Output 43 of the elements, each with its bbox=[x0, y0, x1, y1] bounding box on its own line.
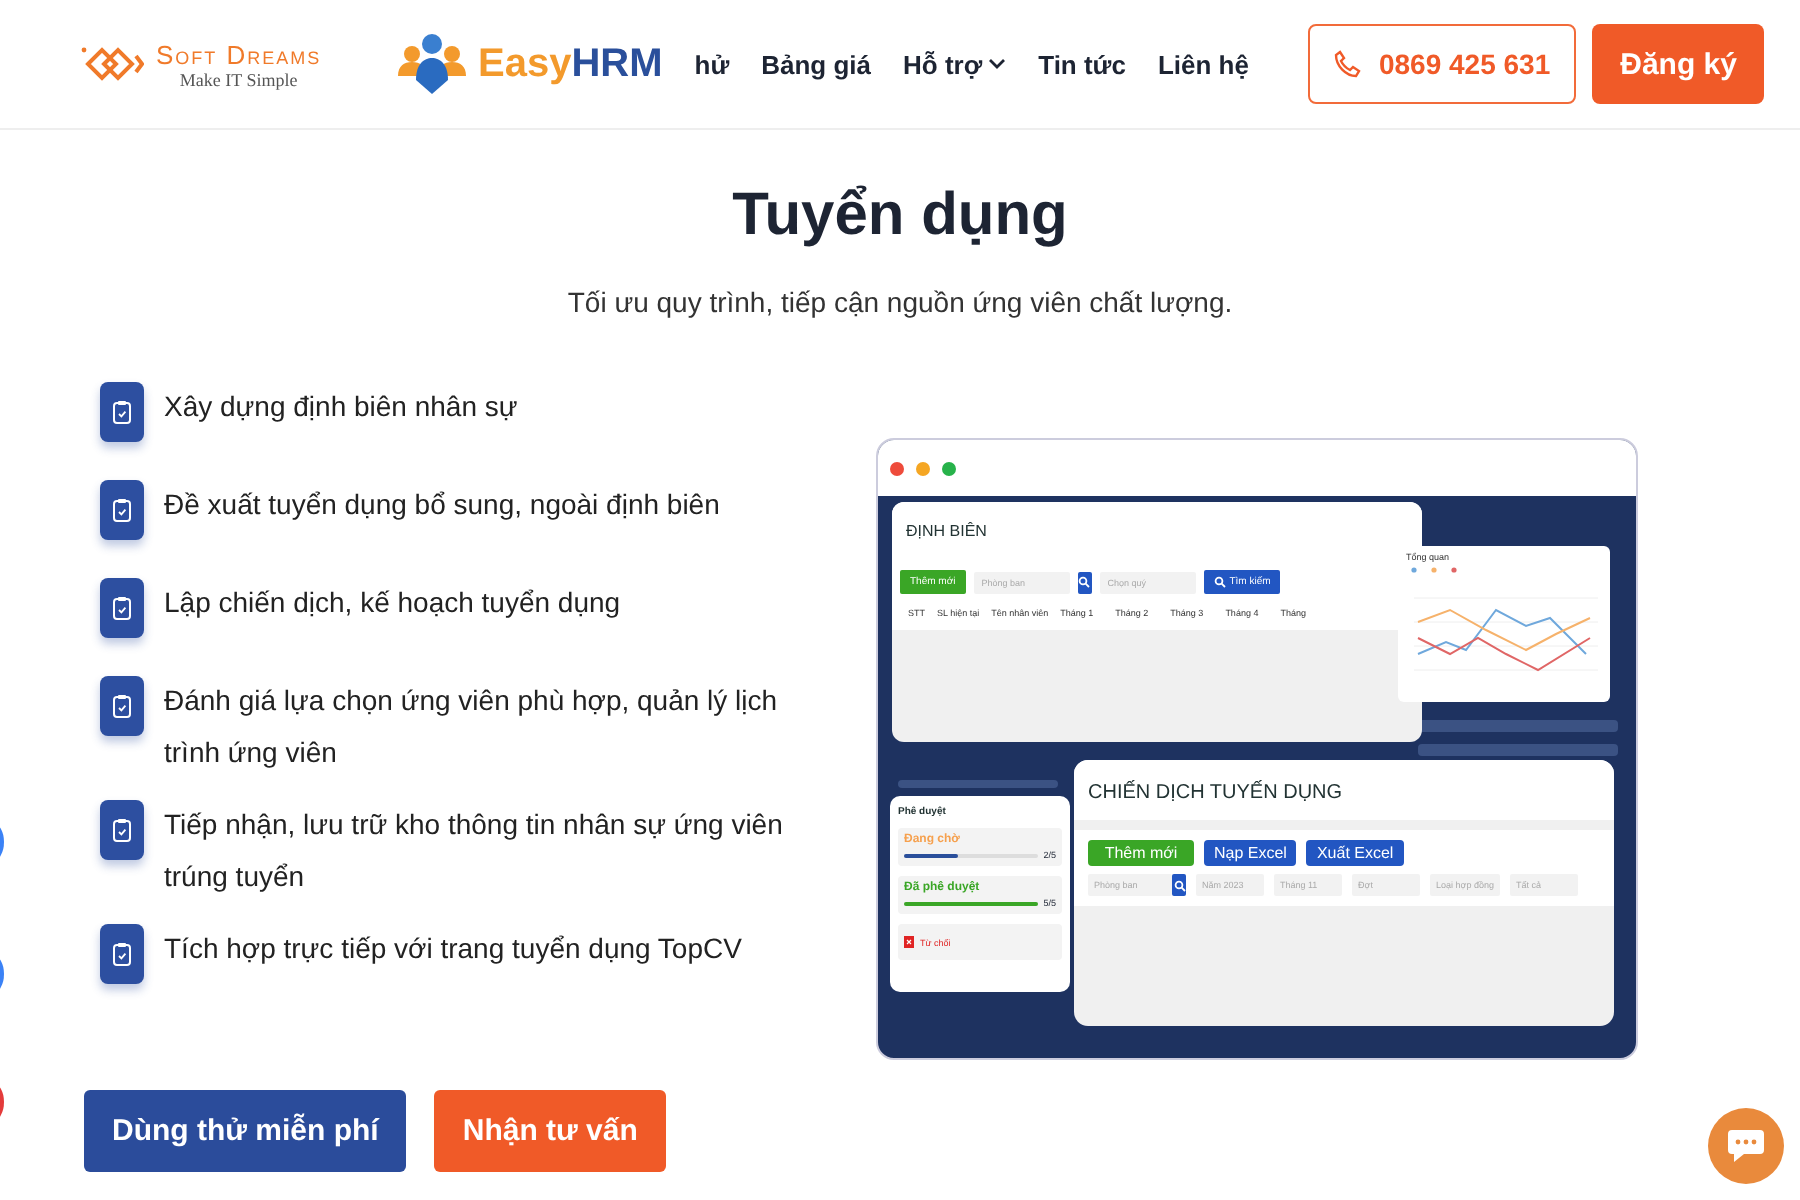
search-button[interactable] bbox=[1077, 571, 1092, 593]
people-logo-icon bbox=[392, 32, 472, 96]
search-icon bbox=[1213, 576, 1226, 588]
clipboard-icon bbox=[112, 400, 132, 424]
page-subtitle: Tối ưu quy trình, tiếp cận nguồn ứng viên chất lượng. bbox=[567, 286, 1233, 318]
company-logo-text: Soft Dreams bbox=[156, 39, 322, 69]
consult-button[interactable]: Nhận tư vấn bbox=[434, 1090, 666, 1172]
window-close-dot[interactable] bbox=[890, 461, 904, 475]
nav-link[interactable]: Tin tức bbox=[1022, 49, 1142, 79]
feature-text: Lập chiến dịch, kế hoạch tuyển dụng bbox=[164, 584, 621, 622]
feature-text: Xây dựng định biên nhân sự bbox=[164, 388, 518, 426]
search-icon bbox=[1078, 576, 1091, 588]
feature-text: Tiếp nhận, lưu trữ kho thông tin nhân sự ứng viên trúng tuyển bbox=[164, 806, 785, 896]
logo-tagline: Make IT Simple bbox=[179, 69, 298, 89]
clipboard-icon bbox=[112, 818, 132, 842]
excel-button[interactable]: Xuất Excel bbox=[1306, 840, 1404, 866]
window-maximize-dot[interactable] bbox=[942, 461, 956, 475]
product-logo-text: EasyHRM bbox=[478, 41, 663, 87]
chat-button[interactable] bbox=[1708, 1108, 1784, 1184]
panel-title: CHIẾN DỊCH TUYẾN DỤNG bbox=[1074, 760, 1614, 820]
close-icon bbox=[904, 936, 914, 948]
clipboard-icon bbox=[112, 498, 132, 522]
window-minimize-dot[interactable] bbox=[916, 461, 930, 475]
phone-icon bbox=[1334, 50, 1363, 78]
chat-icon bbox=[1726, 1128, 1766, 1164]
feature-text: Tích hợp trực tiếp với trang tuyển dụng TopCV bbox=[164, 930, 742, 968]
nav-link[interactable]: hử bbox=[678, 49, 746, 79]
clipboard-icon bbox=[112, 942, 132, 966]
free-trial-button[interactable]: Dùng thử miễn phí bbox=[84, 1090, 407, 1172]
nav-link[interactable]: Hỗ trợ bbox=[887, 49, 1023, 79]
page-title: Tuyển dụng bbox=[732, 182, 1068, 250]
clipboard-icon bbox=[112, 596, 132, 620]
clipboard-icon bbox=[112, 694, 132, 718]
search-button[interactable] bbox=[1172, 874, 1186, 896]
excel-button[interactable]: Nạp Excel bbox=[1204, 840, 1297, 866]
search-icon bbox=[1173, 879, 1185, 891]
nav-link[interactable]: Liên hệ bbox=[1141, 49, 1265, 79]
nav-link[interactable]: Bảng giá bbox=[745, 49, 888, 79]
add-button[interactable]: Thêm mới bbox=[1088, 840, 1194, 866]
feature-text: Đề xuất tuyển dụng bổ sung, ngoài định biên bbox=[164, 486, 720, 524]
signup-button[interactable]: Đăng ký bbox=[1592, 24, 1765, 104]
feature-text: Đánh giá lựa chọn ứng viên phù hợp, quản lý lịch trình ứng viên bbox=[164, 682, 780, 772]
phone-button[interactable]: 0869 425 631 bbox=[1308, 24, 1577, 104]
